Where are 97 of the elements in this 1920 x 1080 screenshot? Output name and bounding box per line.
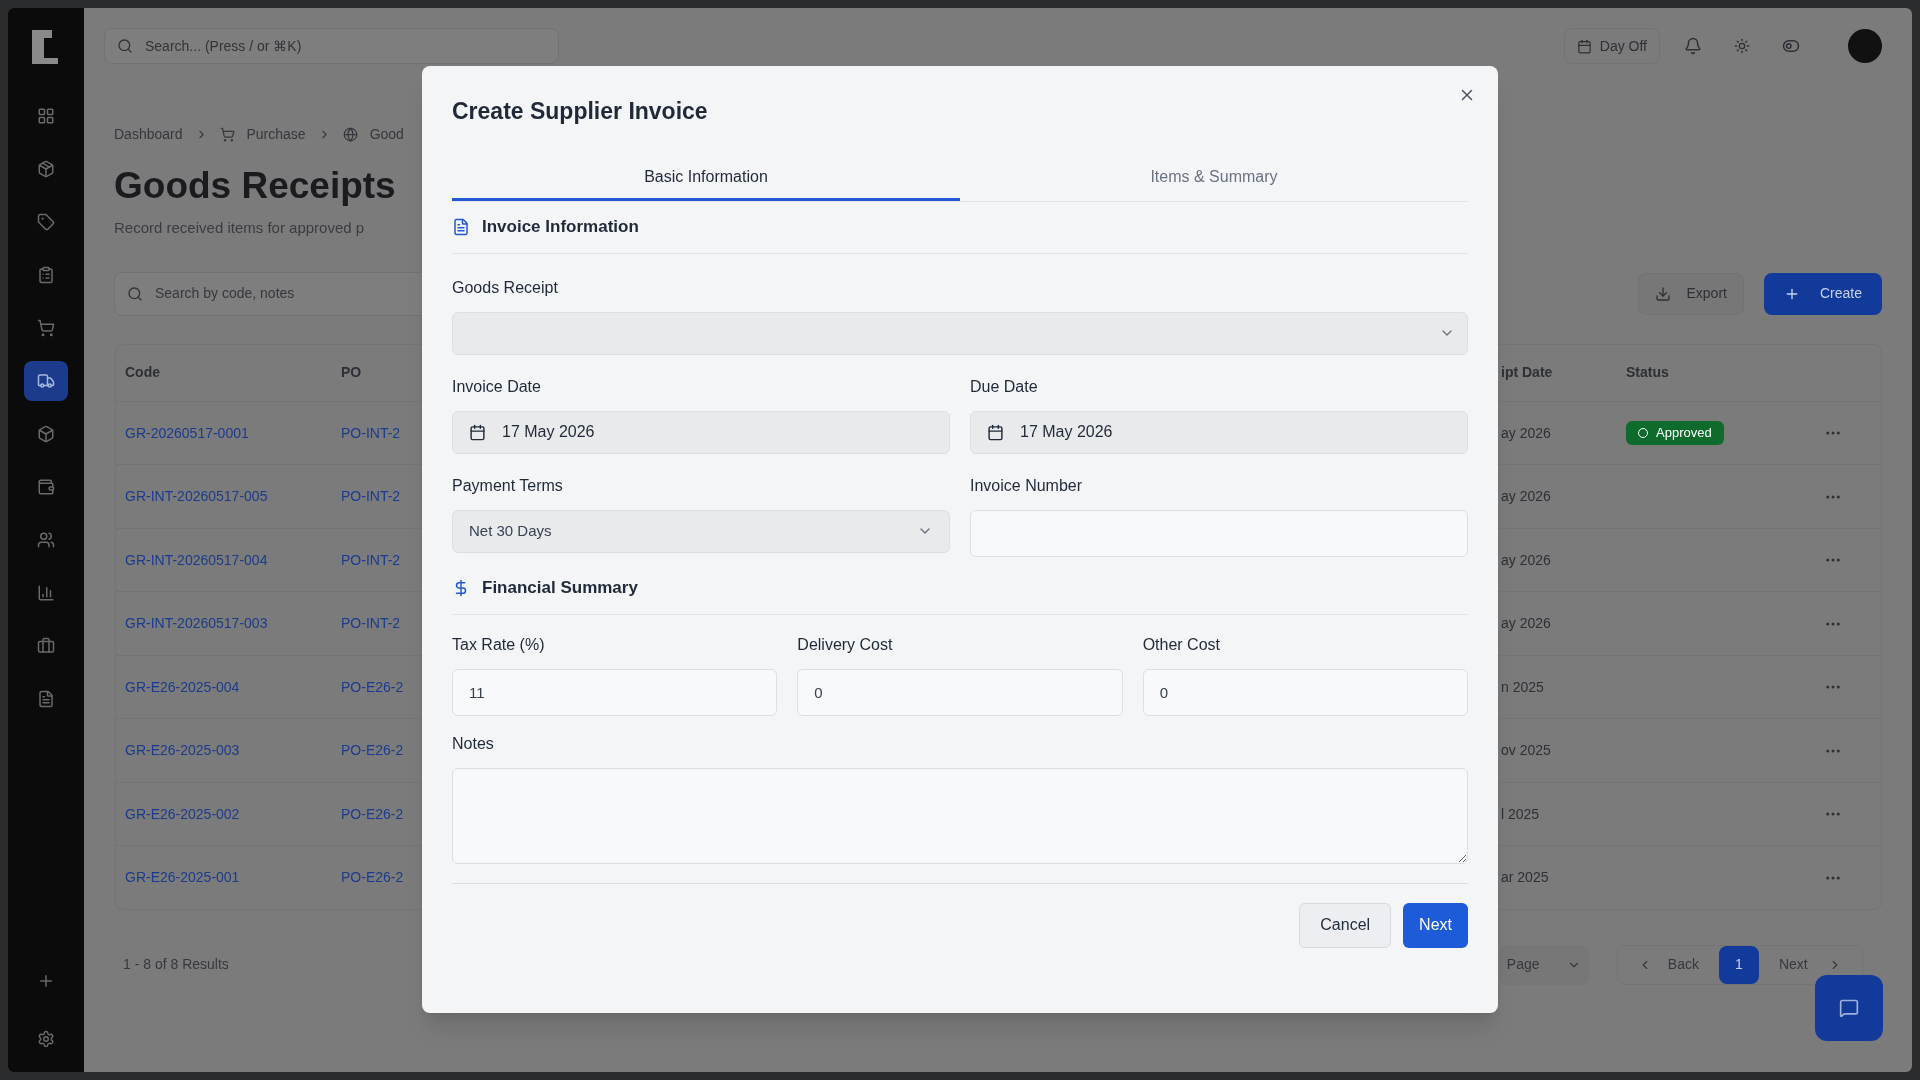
sun-icon[interactable]	[1734, 38, 1750, 54]
invoice-number-field[interactable]	[970, 509, 1468, 557]
page-select[interactable]: Page	[1498, 944, 1589, 985]
field-label: Other Cost	[1142, 634, 1220, 655]
tag-icon	[37, 213, 55, 231]
calendar-icon	[469, 423, 486, 441]
next-page-button[interactable]: Next	[1766, 954, 1854, 976]
table-cell-text: ay 2026	[1501, 487, 1551, 506]
clipboard-icon	[37, 266, 55, 284]
export-button[interactable]: Export	[1637, 272, 1744, 315]
code-link[interactable]: GR-20260517-0001	[125, 422, 249, 444]
dialog-title: Create Supplier Invoice	[452, 97, 708, 126]
document-icon	[452, 218, 470, 236]
breadcrumb-link[interactable]: Dashboard	[114, 124, 183, 145]
table-cell-text: ar 2025	[1501, 868, 1549, 887]
next-button[interactable]: Next	[1403, 902, 1468, 948]
field-label: Payment Terms	[452, 475, 563, 496]
settings-icon[interactable]	[37, 1030, 55, 1048]
code-link[interactable]: GR-E26-2025-004	[125, 676, 240, 698]
add-icon[interactable]	[37, 972, 55, 990]
truck-icon	[37, 372, 55, 390]
code-link[interactable]: GR-E26-2025-003	[125, 740, 240, 761]
code-link[interactable]: GR-INT-20260517-004	[125, 549, 268, 571]
globe-icon	[342, 127, 358, 142]
avatar[interactable]	[1848, 29, 1882, 63]
field-label: Due Date	[970, 376, 1038, 397]
package-icon	[37, 160, 55, 178]
cancel-button[interactable]: Cancel	[1299, 902, 1392, 948]
tab[interactable]: Basic Information	[452, 156, 960, 201]
document-icon	[37, 690, 55, 708]
po-link[interactable]: PO-E26-2	[341, 803, 404, 825]
po-link[interactable]: PO-INT-2	[341, 549, 401, 571]
field-label: Goods Receipt	[452, 277, 558, 298]
table-cell-text: ov 2025	[1501, 741, 1551, 760]
calendar-icon	[1576, 38, 1592, 54]
create-button[interactable]: Create	[1763, 272, 1882, 315]
code-link[interactable]: GR-E26-2025-002	[125, 803, 240, 825]
day-off-button[interactable]: Day Off	[1563, 28, 1660, 64]
po-link[interactable]: PO-E26-2	[341, 867, 404, 888]
po-link[interactable]: PO-E26-2	[341, 740, 404, 761]
code-link[interactable]: GR-E26-2025-001	[125, 867, 240, 888]
field-label: Notes	[452, 733, 494, 754]
po-link[interactable]: PO-INT-2	[341, 422, 401, 444]
number-field[interactable]: 0	[1142, 668, 1468, 716]
chat-icon	[1839, 998, 1859, 1018]
chat-button[interactable]	[1815, 975, 1883, 1041]
section-title: Financial Summary	[482, 577, 638, 600]
grid-icon	[37, 107, 55, 125]
table-cell-text: ay 2026	[1501, 614, 1551, 633]
back-button[interactable]: Back	[1625, 954, 1711, 976]
field-label: Tax Rate (%)	[452, 634, 545, 655]
sidebar-item[interactable]	[24, 361, 68, 401]
chart-icon	[37, 584, 55, 602]
page-button[interactable]: 1	[1718, 945, 1759, 984]
column-header: Status	[1626, 363, 1669, 383]
results-count: 1 - 8 of 8 Results	[123, 955, 229, 975]
date-field[interactable]: 17 May 2026	[452, 410, 950, 454]
users-icon	[37, 531, 55, 549]
table-cell-text: ay 2026	[1501, 550, 1551, 570]
search-icon	[117, 38, 133, 54]
column-header: ipt Date	[1501, 363, 1553, 383]
code-link[interactable]: GR-INT-20260517-005	[125, 486, 268, 507]
column-header: PO	[341, 363, 362, 383]
status-badge: Approved	[1626, 421, 1724, 445]
calendar-icon	[987, 423, 1004, 441]
payment-terms-select[interactable]: Net 30 Days	[452, 509, 950, 553]
search-field[interactable]: Search... (Press / or ⌘K)	[104, 28, 559, 64]
briefcase-icon	[37, 637, 55, 655]
download-icon	[1654, 285, 1671, 302]
cart-icon	[37, 319, 55, 337]
page-title: Goods Receipts	[114, 164, 396, 208]
field-label: Invoice Date	[452, 376, 541, 397]
wallet-icon	[37, 478, 55, 496]
field-label: Invoice Number	[970, 475, 1083, 496]
date-field[interactable]: 17 May 2026	[970, 410, 1468, 454]
po-link[interactable]: PO-INT-2	[341, 613, 401, 634]
breadcrumb-link[interactable]: Purchase	[246, 124, 306, 145]
po-link[interactable]: PO-E26-2	[341, 676, 404, 698]
number-field[interactable]: 0	[797, 668, 1123, 716]
page-subtitle: Record received items for approved p	[114, 218, 365, 239]
po-link[interactable]: PO-INT-2	[341, 486, 401, 507]
notes-field[interactable]	[452, 767, 1468, 864]
box-icon	[37, 425, 55, 443]
section-title: Invoice Information	[482, 216, 639, 239]
toggle-icon[interactable]	[1782, 37, 1800, 55]
number-field[interactable]: 11	[452, 668, 778, 716]
cart-icon	[219, 127, 235, 142]
breadcrumb-link[interactable]: Good	[369, 124, 404, 145]
bell-icon[interactable]	[1684, 37, 1702, 55]
column-header: Code	[125, 363, 160, 383]
table-cell-text: ay 2026	[1501, 423, 1551, 443]
table-cell-text: n 2025	[1501, 677, 1544, 697]
field-label: Delivery Cost	[797, 634, 893, 655]
search-icon	[127, 285, 143, 302]
code-link[interactable]: GR-INT-20260517-003	[125, 613, 268, 634]
tab[interactable]: Items & Summary	[960, 156, 1468, 201]
table-cell-text: l 2025	[1501, 804, 1540, 824]
